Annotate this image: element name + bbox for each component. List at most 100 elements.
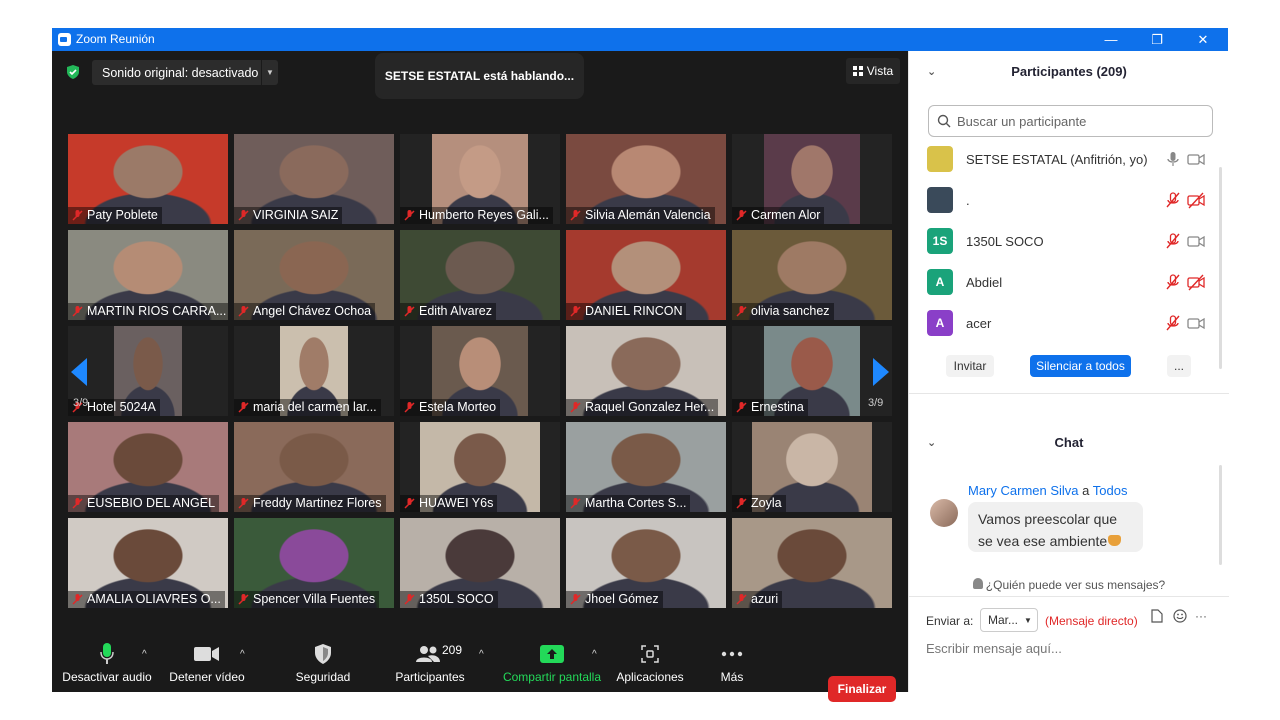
participant-name: Estela Morteo — [400, 399, 501, 416]
video-tile[interactable]: azuri — [732, 518, 892, 608]
participant-name: DANIEL RINCON — [566, 303, 687, 320]
microphone-icon[interactable] — [1164, 150, 1182, 168]
file-attach-icon[interactable] — [1151, 609, 1163, 623]
video-camera-icon[interactable] — [1187, 232, 1205, 250]
invite-button[interactable]: Invitar — [946, 355, 994, 377]
muted-microphone-icon — [736, 594, 747, 605]
original-sound-label: Sonido original: desactivado — [102, 65, 259, 80]
video-tile[interactable]: Silvia Alemán Valencia — [566, 134, 726, 224]
participant-search-input[interactable]: Buscar un participante — [928, 105, 1213, 137]
stop-video-button[interactable]: Detener vídeo — [164, 642, 250, 686]
participants-title: Participantes (209) — [1011, 63, 1127, 79]
video-tile[interactable]: Paty Poblete — [68, 134, 228, 224]
muted-microphone-icon[interactable] — [1164, 232, 1182, 250]
who-can-see-messages-link[interactable]: ¿Quién puede ver sus mensajes? — [909, 578, 1229, 592]
video-tile[interactable]: 1350L SOCO — [400, 518, 560, 608]
emoji-icon[interactable] — [1173, 609, 1187, 623]
close-button[interactable]: ✕ — [1180, 28, 1226, 51]
original-sound-button[interactable]: Sonido original: desactivado ▼ — [92, 60, 278, 85]
apps-button[interactable]: Aplicaciones — [614, 642, 686, 686]
video-tile[interactable]: maria del carmen lar... — [234, 326, 394, 416]
participant-row[interactable]: 1S 1350L SOCO — [927, 227, 1207, 255]
video-tile[interactable]: Estela Morteo — [400, 326, 560, 416]
chat-sender[interactable]: Mary Carmen Silva — [968, 483, 1079, 498]
audio-options-caret-icon[interactable]: ^ — [142, 649, 147, 660]
mute-all-button[interactable]: Silenciar a todos — [1030, 355, 1131, 377]
video-tile[interactable]: Zoyla — [732, 422, 892, 512]
video-tile[interactable]: VIRGINIA SAIZ — [234, 134, 394, 224]
restore-button[interactable]: ❐ — [1134, 28, 1180, 51]
muted-microphone-icon — [570, 498, 581, 509]
video-tile[interactable]: Martha Cortes S... — [566, 422, 726, 512]
participant-name: olivia sanchez — [732, 303, 834, 320]
end-meeting-button[interactable]: Finalizar — [828, 676, 896, 702]
more-options-button[interactable]: ... — [1167, 355, 1191, 377]
participants-button[interactable]: 209 Participantes — [390, 642, 470, 686]
chat-scrollbar[interactable] — [1219, 465, 1222, 565]
participant-row[interactable]: A Abdiel — [927, 268, 1207, 296]
collapse-participants-icon[interactable]: ⌄ — [927, 65, 936, 78]
video-tile[interactable]: olivia sanchez — [732, 230, 892, 320]
participant-name: . — [966, 192, 970, 208]
chevron-down-icon[interactable]: ▼ — [261, 60, 278, 85]
who-can-see-label: ¿Quién puede ver sus mensajes? — [985, 578, 1166, 592]
muted-microphone-icon — [404, 306, 415, 317]
chat-header: ⌄ Chat — [909, 422, 1229, 462]
title-bar: Zoom Reunión — ❐ ✕ — [52, 28, 1228, 51]
video-tile[interactable]: HUAWEI Y6s — [400, 422, 560, 512]
avatar: A — [927, 310, 953, 336]
minimize-button[interactable]: — — [1088, 28, 1134, 51]
video-tile[interactable]: MARTIN RIOS CARRA... — [68, 230, 228, 320]
video-tile[interactable]: EUSEBIO DEL ANGEL — [68, 422, 228, 512]
video-tile[interactable]: Edith Alvarez — [400, 230, 560, 320]
share-screen-button[interactable]: Compartir pantalla — [500, 642, 604, 686]
muted-microphone-icon — [404, 594, 415, 605]
participant-list-scrollbar[interactable] — [1219, 167, 1222, 369]
next-page-arrow-icon[interactable] — [873, 358, 889, 386]
view-button[interactable]: Vista — [846, 58, 900, 84]
participants-options-caret-icon[interactable]: ^ — [479, 649, 484, 660]
send-to-dropdown[interactable]: Mar... ▼ — [980, 608, 1038, 632]
video-options-caret-icon[interactable]: ^ — [240, 649, 245, 660]
chat-recipient[interactable]: Todos — [1093, 483, 1128, 498]
video-tile[interactable]: AMALIA OLIAVRES O... — [68, 518, 228, 608]
muted-microphone-icon — [72, 306, 83, 317]
active-speaker-banner: SETSE ESTATAL está hablando... — [375, 53, 584, 99]
security-button[interactable]: Seguridad — [288, 642, 358, 686]
previous-page-arrow-icon[interactable] — [71, 358, 87, 386]
view-label: Vista — [866, 64, 894, 78]
participant-row[interactable]: SETSE ESTATAL (Anfitrión, yo) — [927, 145, 1207, 173]
avatar: 1S — [927, 228, 953, 254]
collapse-chat-icon[interactable]: ⌄ — [927, 436, 936, 449]
mute-audio-button[interactable]: Desactivar audio — [62, 642, 152, 686]
video-tile[interactable]: Raquel Gonzalez Her... — [566, 326, 726, 416]
video-tile[interactable]: Freddy Martinez Flores — [234, 422, 394, 512]
video-off-icon[interactable] — [1187, 273, 1205, 291]
chat-message-input[interactable]: Escribir mensaje aquí... — [926, 641, 1216, 663]
muted-microphone-icon[interactable] — [1164, 191, 1182, 209]
more-dots-icon — [721, 651, 743, 657]
video-tile[interactable]: Hotel 5024A — [68, 326, 228, 416]
muted-microphone-icon[interactable] — [1164, 273, 1182, 291]
muted-microphone-icon — [238, 402, 249, 413]
video-tile[interactable]: Jhoel Gómez — [566, 518, 726, 608]
window-title: Zoom Reunión — [76, 32, 155, 46]
participant-name: AMALIA OLIAVRES O... — [68, 591, 225, 608]
video-tile[interactable]: Angel Chávez Ochoa — [234, 230, 394, 320]
video-camera-icon[interactable] — [1187, 314, 1205, 332]
video-tile[interactable]: Humberto Reyes Gali... — [400, 134, 560, 224]
video-tile[interactable]: DANIEL RINCON — [566, 230, 726, 320]
video-tile[interactable]: Carmen Alor — [732, 134, 892, 224]
chat-more-icon[interactable]: ··· — [1195, 609, 1207, 623]
participant-row[interactable]: Aacer — [927, 309, 1207, 337]
more-button[interactable]: Más — [708, 642, 756, 686]
video-off-icon[interactable] — [1187, 191, 1205, 209]
participant-name: Abdiel — [966, 274, 1003, 290]
video-tile[interactable]: Spencer Villa Fuentes — [234, 518, 394, 608]
encryption-shield-icon[interactable] — [66, 65, 80, 79]
avatar — [930, 499, 958, 527]
muted-microphone-icon[interactable] — [1164, 314, 1182, 332]
video-camera-icon[interactable] — [1187, 150, 1205, 168]
participant-row[interactable]: . — [927, 186, 1207, 214]
share-options-caret-icon[interactable]: ^ — [592, 649, 597, 660]
